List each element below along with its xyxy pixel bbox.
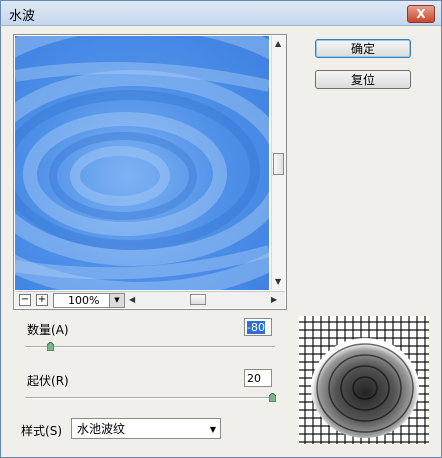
scroll-up-icon[interactable]: ▲ <box>275 39 281 48</box>
ridges-slider-thumb[interactable] <box>269 393 276 402</box>
water-preview-image[interactable] <box>15 36 269 290</box>
zoom-value: 100% <box>68 294 100 307</box>
preview-panel: ▲ ▼ − + 100% ▼ ◀ ▶ <box>13 34 287 310</box>
style-shortcut: (S) <box>45 424 62 438</box>
amount-label: 数量(A) <box>27 323 69 337</box>
ridges-label: 起伏(R) <box>27 374 69 388</box>
filter-dialog: 水波 X ▲ ▼ − + 100% ▼ ◀ ▶ 确定 复位 数量(A) -80 … <box>0 0 442 458</box>
style-value: 水池波纹 <box>77 422 126 436</box>
chevron-down-icon[interactable]: ▼ <box>109 294 124 307</box>
ridges-shortcut: (R) <box>51 374 69 388</box>
ridges-input[interactable]: 20 <box>244 369 272 387</box>
horizontal-scroll-thumb[interactable] <box>190 294 206 305</box>
zoom-select[interactable]: 100% ▼ <box>53 293 125 308</box>
vertical-scroll-thumb[interactable] <box>273 153 284 175</box>
style-select[interactable]: 水池波纹 ▼ <box>71 418 221 439</box>
chevron-down-icon: ▼ <box>209 425 216 434</box>
amount-slider-thumb[interactable] <box>47 342 54 351</box>
style-label: 样式(S) <box>21 424 62 438</box>
preview-bottom-bar: − + 100% ▼ ◀ ▶ <box>15 291 285 308</box>
zoom-in-button[interactable]: + <box>36 294 48 306</box>
preview-vertical-scrollbar[interactable]: ▲ ▼ <box>271 36 286 290</box>
reset-button[interactable]: 复位 <box>315 70 411 89</box>
scroll-down-icon[interactable]: ▼ <box>275 277 281 286</box>
zoom-out-button[interactable]: − <box>19 294 31 306</box>
amount-slider-track[interactable] <box>25 346 275 348</box>
dialog-title: 水波 <box>9 9 36 24</box>
amount-shortcut: (A) <box>51 323 69 337</box>
scroll-left-icon[interactable]: ◀ <box>129 295 135 304</box>
title-bar: 水波 X <box>1 1 441 26</box>
ridges-slider-track[interactable] <box>25 397 275 399</box>
amount-input[interactable]: -80 <box>244 318 272 336</box>
amount-value: -80 <box>247 321 265 334</box>
mesh-graphic <box>299 316 429 444</box>
close-button[interactable]: X <box>407 5 435 23</box>
ripple-graphic <box>15 36 269 290</box>
close-icon: X <box>416 7 426 21</box>
distortion-mesh-preview <box>299 316 429 444</box>
ok-button[interactable]: 确定 <box>315 39 411 58</box>
scroll-right-icon[interactable]: ▶ <box>271 295 277 304</box>
